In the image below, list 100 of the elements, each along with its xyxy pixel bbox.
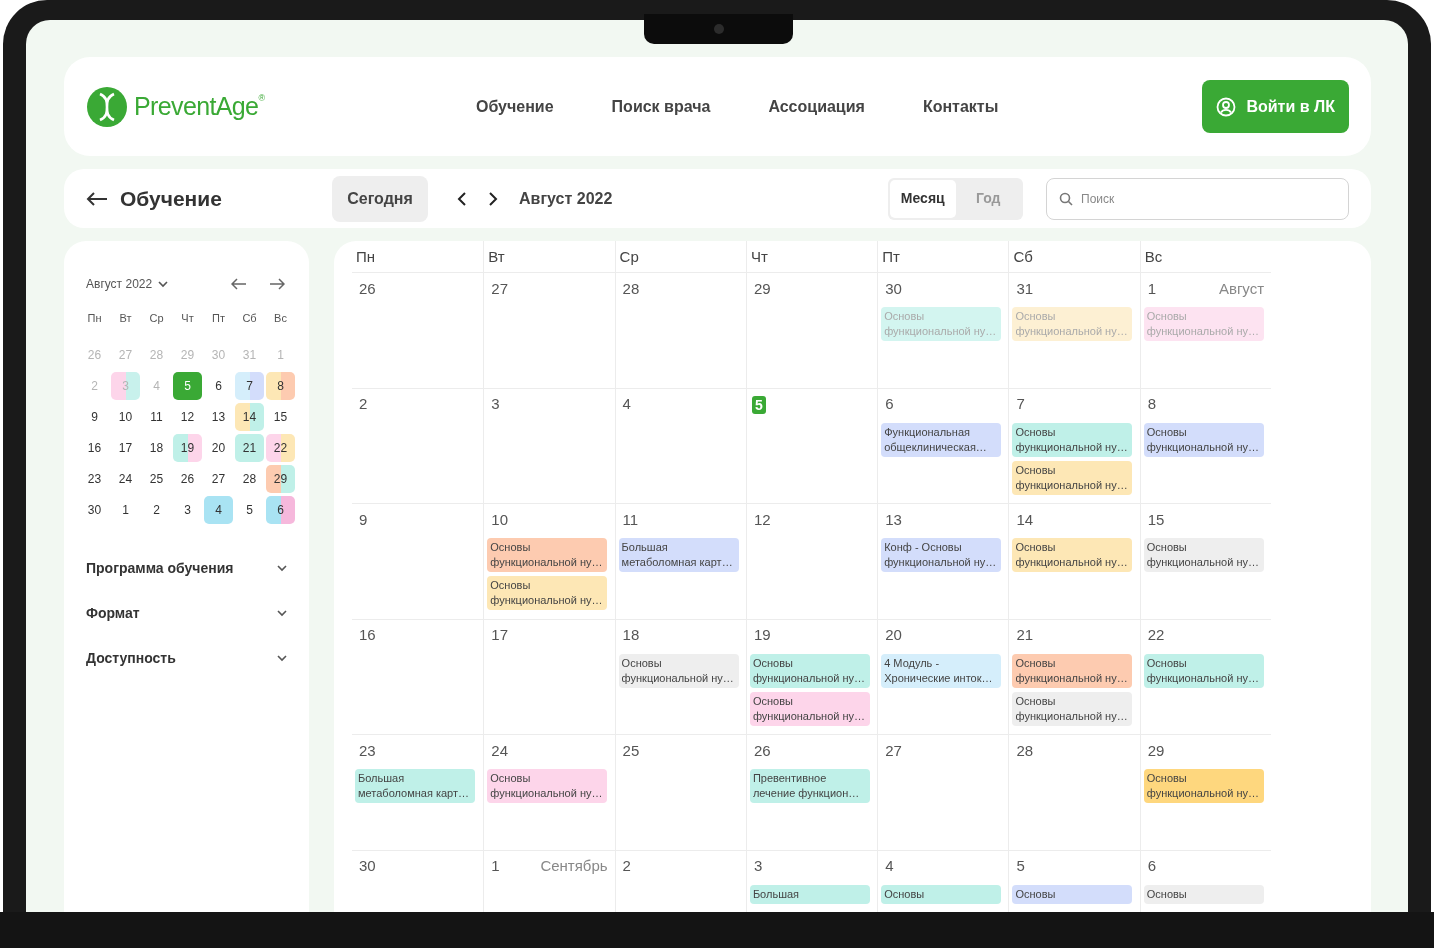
- logo-text: PreventAge$^{®}$: [134, 90, 265, 122]
- day-number: 5: [751, 395, 766, 414]
- calendar-day[interactable]: 28: [235, 465, 264, 493]
- calendar-day[interactable]: 16: [80, 434, 109, 462]
- calendar-day[interactable]: 12: [173, 403, 202, 431]
- logo-icon: [86, 85, 128, 128]
- calendar-day[interactable]: 2: [142, 496, 171, 524]
- event-chip[interactable]: Функциональная общеклиническая…: [881, 422, 1002, 457]
- page-title: Обучение: [120, 185, 223, 212]
- event-chip[interactable]: Основы функциональной ну…: [749, 653, 870, 688]
- calendar-day[interactable]: 30: [80, 496, 109, 524]
- event-chip[interactable]: Основы функциональной ну…: [487, 769, 608, 803]
- calendar-day[interactable]: 11: [142, 403, 171, 431]
- calendar-day[interactable]: 22: [266, 434, 295, 462]
- event-chip[interactable]: Основы функциональной ну…: [618, 653, 739, 688]
- next-icon[interactable]: [487, 190, 499, 207]
- calendar-day[interactable]: 23: [80, 465, 109, 493]
- day-number: 31: [1016, 278, 1034, 299]
- nav-link[interactable]: Обучение: [476, 94, 554, 119]
- event-chip[interactable]: Конф - Основы функциональной ну…: [881, 538, 1002, 572]
- day-number: 13: [885, 509, 902, 530]
- calendar-day[interactable]: 17: [111, 434, 140, 462]
- weekday-label: Ср: [148, 311, 165, 326]
- event-chip[interactable]: Основы функциональной ну…: [1143, 422, 1264, 457]
- calendar-day[interactable]: 25: [142, 465, 171, 493]
- calendar-day[interactable]: 9: [80, 403, 109, 431]
- calendar-day[interactable]: 8: [266, 372, 295, 400]
- calendar-day[interactable]: 10: [111, 403, 140, 431]
- event-chip[interactable]: Основы функциональной ну…: [1012, 422, 1133, 457]
- day-number: 30: [359, 856, 376, 877]
- weekday-label: Ср: [619, 246, 639, 267]
- day-number: 23: [359, 740, 376, 761]
- calendar-day[interactable]: 24: [111, 465, 140, 493]
- calendar-day[interactable]: 15: [266, 403, 295, 431]
- day-number: 24: [491, 740, 508, 761]
- day-number: 25: [622, 740, 640, 761]
- event-chip[interactable]: Основы функциональной ну…: [1143, 653, 1264, 688]
- filter-dropdown[interactable]: Программа обучения: [86, 558, 287, 579]
- search-input[interactable]: Поиск: [1081, 189, 1321, 208]
- calendar-day[interactable]: 26: [173, 465, 202, 493]
- calendar-day[interactable]: 5: [235, 496, 264, 524]
- event-chip[interactable]: Основы функциональной ну…: [1143, 769, 1264, 803]
- filter-dropdown[interactable]: Формат: [86, 603, 287, 624]
- calendar-day[interactable]: 7: [235, 372, 264, 400]
- search-field[interactable]: Поиск: [1046, 177, 1349, 220]
- calendar-day[interactable]: 6: [266, 496, 295, 524]
- event-chip[interactable]: Основы: [1012, 884, 1133, 904]
- day-number: 6: [1147, 856, 1157, 877]
- calendar-day[interactable]: 18: [142, 434, 171, 462]
- event-chip[interactable]: Основы функциональной ну…: [487, 576, 608, 610]
- weekday-label: Чт: [180, 311, 195, 326]
- nav-link[interactable]: Поиск врача: [611, 94, 711, 119]
- period-label: Август 2022: [519, 188, 613, 209]
- calendar-day[interactable]: 29: [266, 465, 295, 493]
- weekday-label: Пт: [882, 246, 900, 267]
- arrow-left-icon[interactable]: [231, 278, 247, 290]
- event-chip[interactable]: Основы: [881, 884, 1002, 904]
- event-chip[interactable]: Основы функциональной ну…: [1143, 538, 1264, 572]
- calendar-day[interactable]: 19: [173, 434, 202, 462]
- day-number: 3: [753, 856, 763, 877]
- calendar-day[interactable]: 27: [204, 465, 233, 493]
- calendar-day[interactable]: 6: [204, 372, 233, 400]
- event-chip[interactable]: Основы функциональной ну…: [1012, 538, 1133, 572]
- event-chip[interactable]: Основы функциональной ну…: [1012, 691, 1133, 726]
- day-number: 27: [885, 740, 902, 761]
- day-number: 28: [622, 278, 640, 299]
- calendar-day[interactable]: 21: [235, 434, 264, 462]
- user-icon: [1216, 96, 1237, 117]
- calendar-day[interactable]: 3: [173, 496, 202, 524]
- calendar-day[interactable]: 20: [204, 434, 233, 462]
- calendar-day[interactable]: 14: [235, 403, 264, 431]
- event-chip[interactable]: 4 Модуль - Хронические инток…: [881, 653, 1002, 688]
- arrow-right-icon[interactable]: [269, 278, 285, 290]
- chevron-down-icon[interactable]: [158, 280, 169, 288]
- month-label: Сентябрь: [540, 856, 608, 877]
- day-number: 4: [622, 394, 631, 415]
- event-chip[interactable]: Основы функциональной ну…: [749, 691, 870, 726]
- event-chip[interactable]: Большая метаболомная карт…: [355, 769, 475, 803]
- month-picker[interactable]: Август 2022: [86, 275, 153, 293]
- calendar-day[interactable]: 1: [111, 496, 140, 524]
- back-arrow-icon[interactable]: [86, 190, 108, 207]
- event-chip[interactable]: Основы функциональной ну…: [487, 538, 608, 572]
- today-button[interactable]: Сегодня: [332, 175, 428, 222]
- event-chip[interactable]: Основы: [1143, 884, 1264, 904]
- event-chip[interactable]: Большая: [749, 884, 870, 904]
- filter-dropdown[interactable]: Доступность: [86, 648, 287, 669]
- calendar-day[interactable]: 4: [204, 496, 233, 524]
- nav-link[interactable]: Ассоциация: [768, 94, 865, 119]
- view-tab[interactable]: Месяц: [890, 179, 956, 218]
- event-chip[interactable]: Основы функциональной ну…: [1012, 460, 1133, 495]
- day-number: 8: [1147, 394, 1157, 415]
- event-chip[interactable]: Большая метаболомная карт…: [618, 538, 739, 572]
- day-number: 26: [359, 278, 376, 299]
- weekday-label: Пн: [86, 311, 103, 326]
- calendar-day[interactable]: 13: [204, 403, 233, 431]
- previous-icon[interactable]: [456, 190, 468, 207]
- nav-link[interactable]: Контакты: [922, 94, 999, 119]
- weekday-label: Пн: [356, 246, 376, 267]
- event-chip[interactable]: Превентивное лечение функцион…: [749, 769, 870, 803]
- event-chip[interactable]: Основы функциональной ну…: [1012, 653, 1133, 688]
